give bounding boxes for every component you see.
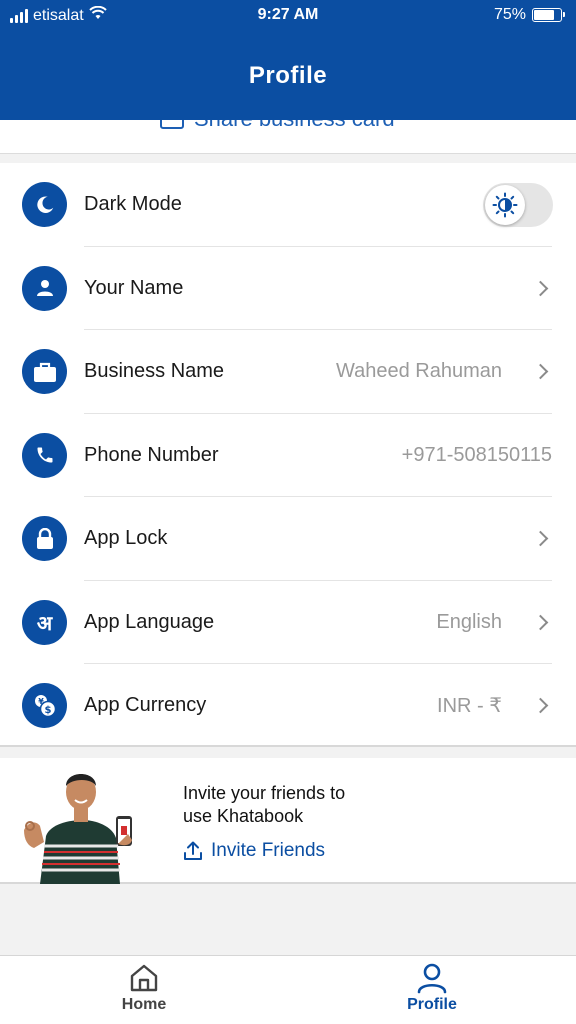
share-business-card[interactable]: Share business card xyxy=(0,120,576,154)
phone-number-value: +971-508150115 xyxy=(401,443,552,466)
language-icon-glyph: अ xyxy=(36,610,53,635)
chevron-right-icon xyxy=(532,614,549,631)
share-business-card-label: Share business card xyxy=(194,120,395,132)
person-icon xyxy=(22,265,67,311)
invite-text: Invite your friends to use Khatabook xyxy=(183,782,345,828)
lock-icon xyxy=(22,516,67,562)
chevron-right-icon xyxy=(532,697,549,714)
status-bar: etisalat 9:27 AM 75% xyxy=(0,0,576,30)
app-currency-row[interactable]: ¥ $ App Currency INR - ₹ xyxy=(0,664,576,748)
app-header: etisalat 9:27 AM 75% Profile xyxy=(0,0,576,120)
phone-icon xyxy=(22,432,67,478)
invite-text-line2: use Khatabook xyxy=(183,806,304,826)
app-lock-row[interactable]: App Lock xyxy=(0,497,576,581)
svg-text:$: $ xyxy=(44,705,51,716)
settings-list: Dark Mode Your Name Business Name Waheed… xyxy=(0,163,576,747)
battery-icon xyxy=(532,8,565,22)
dark-mode-row: Dark Mode xyxy=(0,163,576,247)
moon-icon xyxy=(22,182,67,228)
app-language-value: English xyxy=(436,610,502,633)
invite-text-line1: Invite your friends to xyxy=(183,783,346,803)
tab-profile[interactable]: Profile xyxy=(372,962,492,1014)
sun-icon xyxy=(485,184,525,225)
chevron-right-icon xyxy=(532,280,549,297)
app-lock-label: App Lock xyxy=(84,527,168,550)
dark-mode-label: Dark Mode xyxy=(84,193,182,216)
chevron-right-icon xyxy=(532,363,549,380)
status-time: 9:27 AM xyxy=(257,6,319,23)
invite-friends-button[interactable]: Invite Friends xyxy=(183,840,325,862)
share-upload-icon xyxy=(184,841,202,860)
currency-icon: ¥ $ xyxy=(22,683,67,729)
dark-mode-toggle[interactable] xyxy=(483,182,553,227)
battery-percent: 75% xyxy=(493,6,526,23)
share-business-card-inner[interactable]: Share business card xyxy=(160,120,395,132)
svg-text:¥: ¥ xyxy=(38,697,44,706)
tab-home[interactable]: Home xyxy=(84,962,204,1014)
card-icon xyxy=(160,120,184,129)
status-right: 75% xyxy=(493,6,565,24)
invite-banner: Invite your friends to use Khatabook Inv… xyxy=(0,758,576,884)
app-language-row[interactable]: अ App Language English xyxy=(0,581,576,664)
your-name-label: Your Name xyxy=(84,276,184,299)
profile-icon xyxy=(417,963,447,994)
tab-home-label: Home xyxy=(121,996,167,1013)
business-name-row[interactable]: Business Name Waheed Rahuman xyxy=(0,330,576,414)
business-name-label: Business Name xyxy=(84,360,225,383)
invite-friends-label: Invite Friends xyxy=(211,840,326,861)
tab-profile-label: Profile xyxy=(407,996,457,1013)
phone-number-row: Phone Number +971-508150115 xyxy=(0,414,576,497)
page-title: Profile xyxy=(248,62,328,89)
briefcase-icon xyxy=(22,349,67,395)
chevron-right-icon xyxy=(532,530,549,547)
your-name-row[interactable]: Your Name xyxy=(0,247,576,330)
phone-number-label: Phone Number xyxy=(84,443,219,466)
app-currency-label: App Currency xyxy=(84,694,207,717)
home-icon xyxy=(130,964,158,992)
invite-person-illustration xyxy=(24,774,132,884)
business-name-value: Waheed Rahuman xyxy=(335,360,502,383)
app-currency-value: INR - ₹ xyxy=(437,695,502,718)
bottom-tab-bar: Home Profile xyxy=(0,955,576,1024)
language-icon: अ xyxy=(22,599,67,645)
app-language-label: App Language xyxy=(84,610,215,633)
